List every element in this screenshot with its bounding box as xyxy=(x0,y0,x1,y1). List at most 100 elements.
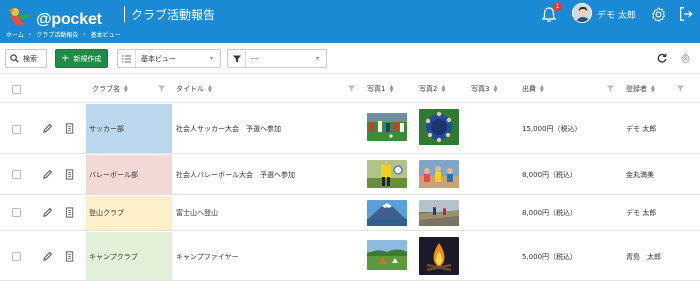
chevron-down-icon: ▾ xyxy=(316,55,320,62)
column-header-photo3[interactable]: 写真3 ▲ ▼ xyxy=(471,84,498,94)
avatar[interactable] xyxy=(572,3,592,23)
logo-text: @pocket xyxy=(36,11,102,28)
copy-document-icon[interactable] xyxy=(65,169,75,180)
breadcrumb-app[interactable]: クラブ活動報告 xyxy=(36,30,78,39)
chevron-down-icon: ▾ xyxy=(210,55,214,62)
breadcrumb-separator-icon: › xyxy=(83,31,86,38)
sort-icon: ▲ ▼ xyxy=(208,84,212,94)
app-logo[interactable]: @pocket xyxy=(6,4,116,32)
app-title: クラブ活動報告 xyxy=(131,8,216,22)
record-title[interactable]: 社会人バレーボール大会 予選へ参加 xyxy=(176,170,295,180)
volleyball-player-photo-icon[interactable] xyxy=(367,160,407,188)
soccer-match-photo-icon[interactable] xyxy=(367,113,407,141)
filter-select[interactable]: --- ▾ xyxy=(227,49,327,68)
campsite-field-photo-icon[interactable] xyxy=(367,240,407,270)
column-filter-icon[interactable] xyxy=(348,85,355,92)
column-label-cost: 出費 xyxy=(522,85,536,93)
table-row[interactable]: バレーボール部 社会人バレーボール大会 予選へ参加 8,000円（税込） 金丸満… xyxy=(0,155,700,195)
team-huddle-photo-icon[interactable] xyxy=(419,109,459,145)
column-label-photo1: 写真1 xyxy=(367,85,386,93)
notification-badge: 1 xyxy=(553,2,562,11)
column-header-photo2[interactable]: 写真2 ▲ ▼ xyxy=(419,84,446,94)
column-header-author[interactable]: 登録者 ▲ ▼ xyxy=(626,84,656,94)
author-name: 青島 太郎 xyxy=(626,253,661,261)
author-name: デモ 太郎 xyxy=(626,125,657,133)
mount-fuji-photo-icon[interactable] xyxy=(367,200,407,226)
club-name: サッカー部 xyxy=(89,125,124,133)
edit-pencil-icon[interactable] xyxy=(42,123,53,134)
title-divider xyxy=(124,6,125,23)
select-all-checkbox[interactable] xyxy=(12,85,21,94)
author-name: 金丸満美 xyxy=(626,171,654,179)
bird-logo-icon xyxy=(9,8,30,26)
column-header-club[interactable]: クラブ名 ▲ ▼ xyxy=(92,84,129,94)
refresh-icon[interactable] xyxy=(657,53,667,63)
edit-pencil-icon[interactable] xyxy=(42,169,53,180)
row-checkbox[interactable] xyxy=(12,208,21,217)
gear-icon[interactable] xyxy=(650,6,667,23)
club-name: キャンプクラブ xyxy=(89,253,138,261)
table-row[interactable]: キャンプクラブ キャンプファイヤー 5,000円（税込） 青島 太郎 xyxy=(0,232,700,281)
view-select[interactable]: 基本ビュー ▾ xyxy=(117,49,221,68)
cost-value: 5,000円（税込） xyxy=(522,253,578,261)
view-select-value: 基本ビュー xyxy=(141,54,176,63)
record-title[interactable]: 社会人サッカー大会 予選へ参加 xyxy=(176,124,281,134)
user-avatar-icon xyxy=(573,4,591,22)
app-header: @pocket クラブ活動報告 ホーム › クラブ活動報告 › 基本ビュー 1 … xyxy=(0,0,700,43)
search-button-label: 検索 xyxy=(23,54,37,63)
column-header-cost[interactable]: 出費 ▲ ▼ xyxy=(522,84,545,94)
column-filter-icon[interactable] xyxy=(607,85,614,92)
column-header-photo1[interactable]: 写真1 ▲ ▼ xyxy=(367,84,394,94)
column-filter-icon[interactable] xyxy=(158,85,165,92)
copy-document-icon[interactable] xyxy=(65,207,75,218)
row-checkbox[interactable] xyxy=(12,125,21,134)
breadcrumb-separator-icon: › xyxy=(28,31,32,38)
edit-pencil-icon[interactable] xyxy=(42,251,53,262)
row-checkbox[interactable] xyxy=(12,252,21,261)
author-name: デモ 太郎 xyxy=(626,209,657,217)
sort-icon: ▲ ▼ xyxy=(389,84,394,94)
table-header: クラブ名 ▲ ▼ タイトル ▲ ▼ 写真1 ▲ ▼ 写真2 ▲ ▼ 写真3 ▲ ▼ 出費 … xyxy=(0,75,700,103)
column-label-photo2: 写真2 xyxy=(419,85,438,93)
cost-value: 8,000円（税込） xyxy=(522,209,578,217)
sort-icon: ▲ ▼ xyxy=(540,84,544,94)
column-filter-icon[interactable] xyxy=(677,85,684,92)
club-name: バレーボール部 xyxy=(89,171,138,179)
campfire-photo-icon[interactable] xyxy=(419,237,459,275)
breadcrumb: ホーム › クラブ活動報告 › 基本ビュー xyxy=(6,30,121,39)
list-icon xyxy=(118,50,136,67)
row-checkbox[interactable] xyxy=(12,170,21,179)
club-name: 登山クラブ xyxy=(89,209,124,217)
breadcrumb-current: 基本ビュー xyxy=(90,32,121,39)
cost-value: 8,000円（税込） xyxy=(522,171,578,179)
search-icon xyxy=(10,54,19,63)
logout-icon[interactable] xyxy=(678,6,694,22)
search-button[interactable]: 検索 xyxy=(5,49,47,68)
hikers-trail-photo-icon[interactable] xyxy=(419,200,459,226)
sort-icon: ▲ ▼ xyxy=(441,84,446,94)
cost-value: 15,000円（税込） xyxy=(522,125,582,133)
breadcrumb-home[interactable]: ホーム xyxy=(6,30,24,39)
copy-document-icon[interactable] xyxy=(65,251,75,262)
table-row[interactable]: サッカー部 社会人サッカー大会 予選へ参加 15,000円（税込） デモ 太郎 xyxy=(0,104,700,154)
sort-icon: ▲ ▼ xyxy=(124,84,128,94)
toolbar: 検索 + 新規作成 基本ビュー ▾ --- ▾ xyxy=(0,43,700,74)
new-record-button[interactable]: + 新規作成 xyxy=(55,49,108,68)
record-title[interactable]: キャンプファイヤー xyxy=(176,252,239,262)
settings-gear-icon[interactable] xyxy=(680,53,691,64)
column-label-title: タイトル xyxy=(176,85,204,93)
volleyball-team-photo-icon[interactable] xyxy=(419,160,459,188)
new-record-label: 新規作成 xyxy=(73,54,102,63)
filter-icon xyxy=(228,50,246,67)
user-name[interactable]: デモ 太郎 xyxy=(597,8,636,21)
table-row[interactable]: 登山クラブ 富士山へ登山 8,000円（税込） デモ 太郎 xyxy=(0,196,700,231)
plus-icon: + xyxy=(61,52,70,64)
column-label-author: 登録者 xyxy=(626,85,647,93)
sort-icon: ▲ ▼ xyxy=(651,84,655,94)
record-title[interactable]: 富士山へ登山 xyxy=(176,208,218,218)
column-label-club: クラブ名 xyxy=(92,85,120,93)
column-label-photo3: 写真3 xyxy=(471,85,490,93)
edit-pencil-icon[interactable] xyxy=(42,207,53,218)
copy-document-icon[interactable] xyxy=(65,123,75,134)
column-header-title[interactable]: タイトル ▲ ▼ xyxy=(176,84,213,94)
